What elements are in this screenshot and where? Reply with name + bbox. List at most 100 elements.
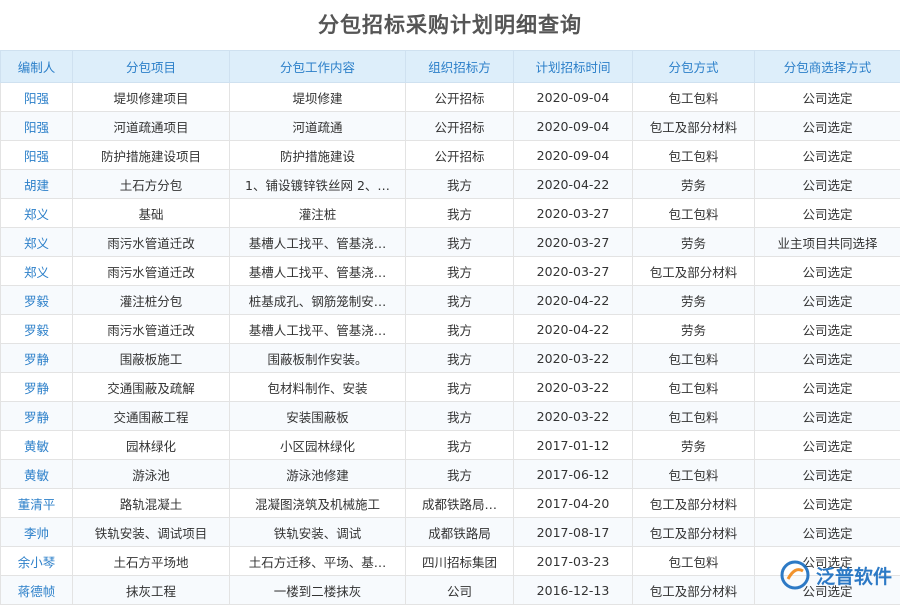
column-header-tender-organizer[interactable]: 组织招标方 [406,51,514,83]
logo-text: 泛普软件 [816,562,892,589]
cell-subcontract-project: 交通围蔽工程 [73,402,230,431]
table-row[interactable]: 蒋德帧抹灰工程一楼到二楼抹灰公司2016-12-13包工及部分材料公司选定 [1,576,900,605]
cell-subcontract-mode: 包工包料 [633,373,755,402]
table-row[interactable]: 罗静交通围蔽及疏解包材料制作、安装我方2020-03-22包工包料公司选定 [1,373,900,402]
cell-subcontract-mode: 包工包料 [633,547,755,576]
cell-subcontract-mode: 劳务 [633,286,755,315]
cell-tender-organizer: 四川招标集团 [406,547,514,576]
cell-tender-organizer: 公开招标 [406,83,514,112]
cell-planned-tender-date: 2020-03-27 [514,228,633,257]
cell-work-content: 混凝图浇筑及机械施工 [230,489,406,518]
cell-work-content: 堤坝修建 [230,83,406,112]
column-header-subcontract-project[interactable]: 分包项目 [73,51,230,83]
table-row[interactable]: 罗毅雨污水管道迁改基槽人工找平、管基浇…我方2020-04-22劳务公司选定 [1,315,900,344]
cell-work-content: 桩基成孔、钢筋笼制安… [230,286,406,315]
cell-work-content: 围蔽板制作安装。 [230,344,406,373]
cell-subcontract-project: 堤坝修建项目 [73,83,230,112]
cell-editor[interactable]: 郑义 [1,228,73,257]
table-row[interactable]: 罗静围蔽板施工围蔽板制作安装。我方2020-03-22包工包料公司选定 [1,344,900,373]
cell-editor[interactable]: 罗静 [1,344,73,373]
column-header-selection-method[interactable]: 分包商选择方式 [755,51,900,83]
cell-subcontract-project: 防护措施建设项目 [73,141,230,170]
cell-selection-method: 公司选定 [755,489,900,518]
cell-selection-method: 公司选定 [755,257,900,286]
cell-selection-method: 公司选定 [755,344,900,373]
table-row[interactable]: 董清平路轨混凝土混凝图浇筑及机械施工成都铁路局…2017-04-20包工及部分材… [1,489,900,518]
cell-planned-tender-date: 2017-08-17 [514,518,633,547]
cell-subcontract-project: 基础 [73,199,230,228]
table-row[interactable]: 李帅铁轨安装、调试项目铁轨安装、调试成都铁路局2017-08-17包工及部分材料… [1,518,900,547]
table-row[interactable]: 阳强堤坝修建项目堤坝修建公开招标2020-09-04包工包料公司选定 [1,83,900,112]
cell-selection-method: 公司选定 [755,83,900,112]
cell-selection-method: 公司选定 [755,460,900,489]
brand-logo: 泛普软件 [780,560,892,590]
cell-editor[interactable]: 黄敏 [1,460,73,489]
cell-tender-organizer: 成都铁路局… [406,489,514,518]
table-row[interactable]: 罗毅灌注桩分包桩基成孔、钢筋笼制安…我方2020-04-22劳务公司选定 [1,286,900,315]
cell-work-content: 包材料制作、安装 [230,373,406,402]
cell-selection-method: 公司选定 [755,199,900,228]
cell-editor[interactable]: 余小琴 [1,547,73,576]
cell-subcontract-project: 游泳池 [73,460,230,489]
cell-subcontract-project: 雨污水管道迁改 [73,315,230,344]
bid-plan-table: 编制人 分包项目 分包工作内容 组织招标方 计划招标时间 分包方式 分包商选择方… [0,50,900,605]
table-row[interactable]: 黄敏游泳池游泳池修建我方2017-06-12包工包料公司选定 [1,460,900,489]
column-header-planned-tender-date[interactable]: 计划招标时间 [514,51,633,83]
cell-subcontract-mode: 劳务 [633,228,755,257]
cell-editor[interactable]: 黄敏 [1,431,73,460]
table-row[interactable]: 胡建土石方分包1、铺设镀锌铁丝网 2、…我方2020-04-22劳务公司选定 [1,170,900,199]
table-row[interactable]: 郑义雨污水管道迁改基槽人工找平、管基浇…我方2020-03-27包工及部分材料公… [1,257,900,286]
cell-editor[interactable]: 罗毅 [1,315,73,344]
cell-selection-method: 公司选定 [755,141,900,170]
table-row[interactable]: 郑义基础灌注桩我方2020-03-27包工包料公司选定 [1,199,900,228]
cell-editor[interactable]: 李帅 [1,518,73,547]
cell-tender-organizer: 我方 [406,373,514,402]
cell-work-content: 铁轨安装、调试 [230,518,406,547]
cell-editor[interactable]: 罗静 [1,373,73,402]
table-row[interactable]: 阳强河道疏通项目河道疏通公开招标2020-09-04包工及部分材料公司选定 [1,112,900,141]
cell-planned-tender-date: 2020-03-22 [514,344,633,373]
cell-planned-tender-date: 2017-04-20 [514,489,633,518]
cell-subcontract-mode: 包工包料 [633,199,755,228]
table-row[interactable]: 阳强防护措施建设项目防护措施建设公开招标2020-09-04包工包料公司选定 [1,141,900,170]
cell-tender-organizer: 我方 [406,228,514,257]
cell-editor[interactable]: 罗静 [1,402,73,431]
cell-editor[interactable]: 胡建 [1,170,73,199]
table-row[interactable]: 罗静交通围蔽工程安装围蔽板我方2020-03-22包工包料公司选定 [1,402,900,431]
cell-planned-tender-date: 2020-04-22 [514,170,633,199]
table-row[interactable]: 郑义雨污水管道迁改基槽人工找平、管基浇…我方2020-03-27劳务业主项目共同… [1,228,900,257]
cell-editor[interactable]: 阳强 [1,112,73,141]
cell-editor[interactable]: 董清平 [1,489,73,518]
cell-planned-tender-date: 2020-09-04 [514,141,633,170]
cell-subcontract-mode: 包工及部分材料 [633,257,755,286]
cell-tender-organizer: 我方 [406,431,514,460]
cell-editor[interactable]: 阳强 [1,141,73,170]
cell-editor[interactable]: 郑义 [1,199,73,228]
cell-editor[interactable]: 郑义 [1,257,73,286]
table-row[interactable]: 黄敏园林绿化小区园林绿化我方2017-01-12劳务公司选定 [1,431,900,460]
cell-selection-method: 公司选定 [755,315,900,344]
cell-subcontract-project: 抹灰工程 [73,576,230,605]
cell-tender-organizer: 成都铁路局 [406,518,514,547]
cell-tender-organizer: 公开招标 [406,112,514,141]
cell-subcontract-mode: 包工及部分材料 [633,576,755,605]
cell-work-content: 基槽人工找平、管基浇… [230,228,406,257]
column-header-work-content[interactable]: 分包工作内容 [230,51,406,83]
cell-selection-method: 公司选定 [755,373,900,402]
cell-subcontract-project: 土石方分包 [73,170,230,199]
column-header-editor[interactable]: 编制人 [1,51,73,83]
table-row[interactable]: 余小琴土石方平场地土石方迁移、平场、基…四川招标集团2017-03-23包工包料… [1,547,900,576]
cell-subcontract-mode: 包工包料 [633,344,755,373]
cell-tender-organizer: 我方 [406,402,514,431]
cell-planned-tender-date: 2017-06-12 [514,460,633,489]
cell-editor[interactable]: 蒋德帧 [1,576,73,605]
cell-work-content: 安装围蔽板 [230,402,406,431]
column-header-subcontract-mode[interactable]: 分包方式 [633,51,755,83]
cell-selection-method: 公司选定 [755,518,900,547]
cell-subcontract-project: 河道疏通项目 [73,112,230,141]
cell-tender-organizer: 我方 [406,199,514,228]
cell-editor[interactable]: 罗毅 [1,286,73,315]
cell-work-content: 河道疏通 [230,112,406,141]
cell-work-content: 土石方迁移、平场、基… [230,547,406,576]
cell-editor[interactable]: 阳强 [1,83,73,112]
